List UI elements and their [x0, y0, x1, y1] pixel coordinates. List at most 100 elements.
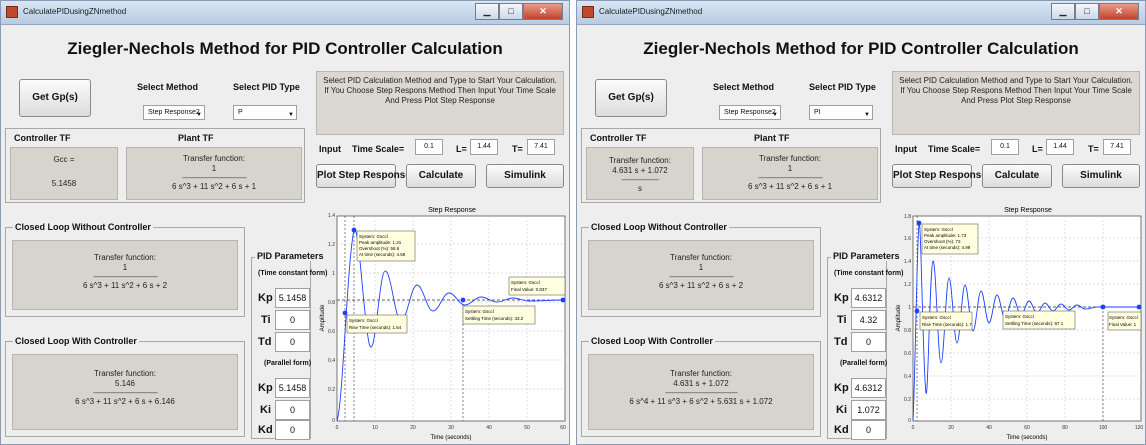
app-icon	[582, 6, 594, 18]
window-title: CalculatePIDusingZNmethod	[599, 7, 703, 16]
method-select[interactable]: Step Response2 ▼	[143, 105, 205, 120]
page-title: Ziegler-Nechols Method for PID Controlle…	[67, 39, 503, 58]
close-icon[interactable]: ✕	[523, 3, 563, 20]
clc-tf-title: Transfer function:	[94, 369, 156, 378]
peak-datatip[interactable]: System: Gsccl Peak amplitude: 1.73 Overs…	[921, 223, 979, 255]
controller-tf-label: Controller TF	[14, 133, 71, 143]
pid-parameters-panel: (Time constant form) Kp 5.1458 Ti 0 Td 0…	[251, 257, 328, 440]
rise-time-point[interactable]	[914, 308, 920, 314]
minimize-icon[interactable]: ▁	[475, 3, 499, 20]
pid-type-select[interactable]: P ▼	[233, 105, 297, 120]
x-tick: 10	[372, 425, 378, 431]
datatip-line: Final Value: 1	[1109, 322, 1137, 327]
settling-point[interactable]	[460, 297, 466, 303]
y-tick: 0.6	[328, 329, 335, 335]
closed-loop-without-label: Closed Loop Without Controller	[589, 222, 729, 232]
settling-datatip[interactable]: System: Gsccl Settling Time (seconds): 9…	[1002, 310, 1076, 330]
controller-tf-line2: 4.631 s + 1.072	[612, 166, 668, 175]
y-tick: 1.6	[904, 236, 911, 242]
maximize-icon[interactable]: □	[1075, 3, 1099, 20]
peak-marker[interactable]	[351, 227, 357, 233]
closed-loop-with-box: Transfer function: 5.146 ---------------…	[12, 354, 238, 430]
td-field[interactable]: 0	[275, 332, 310, 352]
y-tick: 0.2	[904, 397, 911, 403]
step-response-plot[interactable]: Step Response 1.4 1.2 1 0.8 0.6 0.4 0.2 …	[317, 203, 569, 443]
ti-label: Ti	[837, 314, 847, 326]
controller-tf-text: Transfer function: 4.631 s + 1.072 -----…	[587, 156, 693, 194]
minimize-icon[interactable]: ▁	[1051, 3, 1075, 20]
chevron-down-icon: ▼	[772, 112, 778, 118]
plant-tf-text: Transfer function: 1 -------------------…	[127, 154, 301, 192]
plot-step-response-button[interactable]: Plot Step Response	[892, 164, 987, 188]
step-response-plot[interactable]: Step Response 1.8 1.6 1.4 1.2 1 0.8 0.6 …	[893, 203, 1145, 443]
select-pid-type-label: Select PID Type	[233, 82, 300, 92]
final-datatip[interactable]: System: Gsccl Final Value: 1	[1107, 311, 1142, 331]
get-gp-button[interactable]: Get Gp(s)	[595, 79, 667, 117]
window-controls: ▁ □ ✕	[475, 3, 563, 20]
fraction-line: ----------------------------	[621, 177, 659, 184]
select-pid-type-label: Select PID Type	[809, 82, 876, 92]
time-scale-input[interactable]: 0.1	[991, 139, 1019, 155]
closed-loop-with-box: Transfer function: 4.631 s + 1.072 -----…	[588, 354, 814, 430]
l-input[interactable]: 1.44	[1046, 139, 1074, 155]
calculate-button[interactable]: Calculate	[982, 164, 1052, 188]
t-input[interactable]: 7.41	[527, 139, 555, 155]
rise-datatip[interactable]: System: Gsccl Rise Time (seconds): 1.7	[919, 311, 972, 331]
rise-datatip[interactable]: System: Gsccl Rise Time (seconds): 1.64	[346, 314, 408, 334]
controller-tf-line3: 5.1458	[51, 179, 77, 188]
kd-field[interactable]: 0	[851, 420, 886, 440]
settling-datatip[interactable]: System: Gsccl Settling Time (seconds): 3…	[462, 305, 536, 325]
t-input[interactable]: 7.41	[1103, 139, 1131, 155]
kp-parallel-field[interactable]: 4.6312	[851, 378, 886, 398]
calculate-button[interactable]: Calculate	[406, 164, 476, 188]
x-tick: 80	[1062, 425, 1068, 431]
peak-datatip[interactable]: System: Gsccl Peak amplitude: 1.31 Overs…	[356, 230, 416, 262]
x-tick: 40	[986, 425, 992, 431]
method-select-value: Step Response2	[724, 109, 776, 116]
td-field[interactable]: 0	[851, 332, 886, 352]
plot-title: Step Response	[428, 207, 476, 214]
y-tick: 1	[908, 305, 911, 311]
simulink-button[interactable]: Simulink	[1062, 164, 1140, 188]
peak-marker[interactable]	[916, 220, 922, 226]
window-right: CalculatePIDusingZNmethod ▁ □ ✕ Ziegler-…	[576, 0, 1146, 445]
final-value-point[interactable]	[1136, 304, 1142, 310]
pid-parameters-panel: (Time constant form) Kp 4.6312 Ti 4.32 T…	[827, 257, 904, 440]
kd-label: Kd	[834, 424, 849, 436]
settling-point[interactable]	[1100, 304, 1106, 310]
closed-loop-without-label: Closed Loop Without Controller	[13, 222, 153, 232]
plot-step-response-button[interactable]: Plot Step Response	[316, 164, 411, 188]
time-scale-label: Time Scale=	[928, 144, 981, 154]
window-left: CalculatePIDusingZNmethod ▁ □ ✕ Ziegler-…	[0, 0, 570, 445]
ti-field[interactable]: 4.32	[851, 310, 886, 330]
datatip-line: System: Gsccl	[465, 309, 494, 314]
controller-tf-line3: s	[638, 184, 642, 193]
rise-time-point[interactable]	[342, 310, 348, 316]
simulink-button[interactable]: Simulink	[486, 164, 564, 188]
x-tick: 120	[1135, 425, 1144, 431]
controller-tf-text: Gcc = 5.1458	[11, 154, 117, 190]
x-axis-label: Time (seconds)	[1006, 435, 1047, 441]
clw-tf-title: Transfer function:	[670, 253, 732, 262]
pid-type-select-value: PI	[814, 109, 821, 116]
instructions-text: Select PID Calculation Method and Type t…	[316, 71, 564, 135]
plant-tf-denominator: 6 s^3 + 11 s^2 + 6 s + 1	[747, 182, 833, 191]
get-gp-button[interactable]: Get Gp(s)	[19, 79, 91, 117]
kp-parallel-field[interactable]: 5.1458	[275, 378, 310, 398]
ki-field[interactable]: 1.072	[851, 400, 886, 420]
final-value-point[interactable]	[560, 297, 566, 303]
maximize-icon[interactable]: □	[499, 3, 523, 20]
method-select[interactable]: Step Response2 ▼	[719, 105, 781, 120]
time-scale-input[interactable]: 0.1	[415, 139, 443, 155]
close-icon[interactable]: ✕	[1099, 3, 1139, 20]
kd-field[interactable]: 0	[275, 420, 310, 440]
l-input[interactable]: 1.44	[470, 139, 498, 155]
kp-field[interactable]: 5.1458	[275, 288, 310, 308]
clw-tf-numerator: 1	[122, 263, 128, 272]
ti-field[interactable]: 0	[275, 310, 310, 330]
final-datatip[interactable]: System: Gsccl Final Value: 0.837	[508, 276, 566, 296]
pid-type-select[interactable]: PI ▼	[809, 105, 873, 120]
kp-field[interactable]: 4.6312	[851, 288, 886, 308]
ki-field[interactable]: 0	[275, 400, 310, 420]
datatip-line: Rise Time (seconds): 1.64	[349, 325, 402, 330]
